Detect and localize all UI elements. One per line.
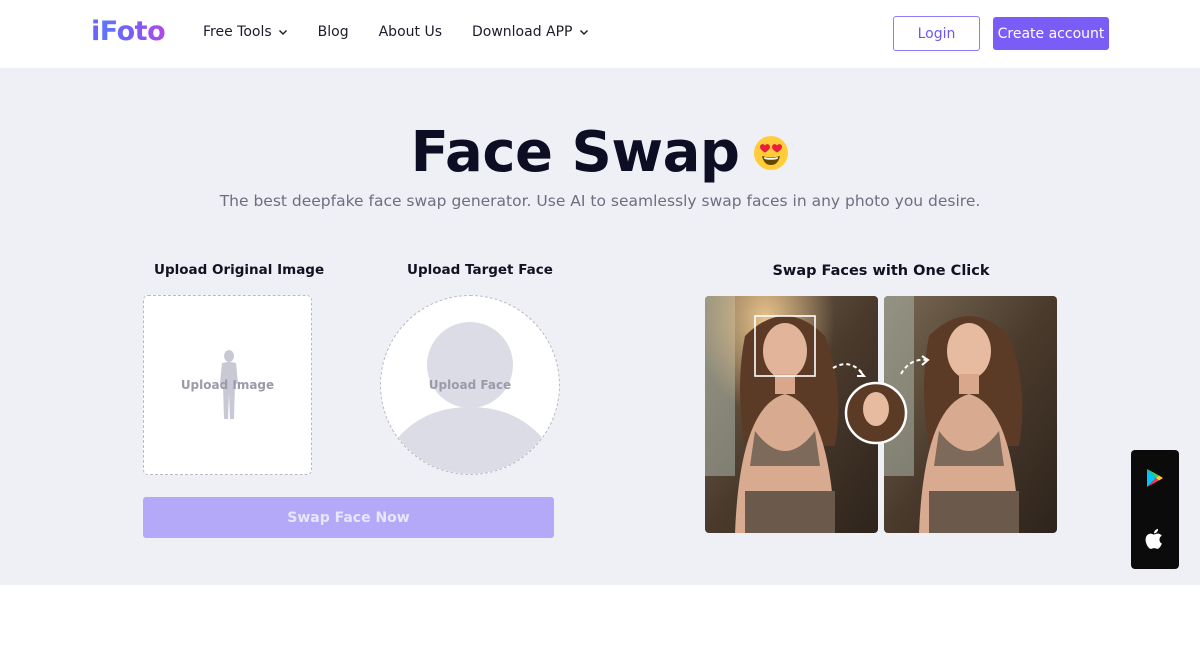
chevron-down-icon	[579, 30, 588, 35]
upload-original-dropzone[interactable]: Upload Image	[143, 295, 312, 475]
nav-about-us[interactable]: About Us	[379, 24, 442, 40]
hero-section: Face Swap The best deepfake face swap ge…	[0, 68, 1200, 585]
logo-foto: Foto	[99, 16, 166, 47]
upload-face-placeholder: Upload Face	[428, 378, 512, 392]
page-title: Face Swap	[410, 120, 740, 185]
upload-original-label: Upload Original Image	[154, 262, 325, 278]
heart-eyes-emoji-icon	[754, 135, 789, 170]
nav-download-app[interactable]: Download APP	[472, 24, 589, 40]
google-play-icon[interactable]	[1145, 468, 1165, 488]
demo-title: Swap Faces with One Click	[772, 263, 990, 279]
swap-arrows-icon	[832, 355, 930, 445]
chevron-down-icon	[278, 30, 287, 35]
apple-icon[interactable]	[1145, 528, 1165, 550]
upload-image-placeholder: Upload Image	[180, 378, 275, 392]
login-button[interactable]: Login	[893, 16, 980, 51]
nav-free-tools[interactable]: Free Tools	[203, 24, 288, 40]
logo-i: i	[91, 16, 100, 47]
nav-download-label: Download APP	[472, 24, 573, 40]
nav-links: Free Tools Blog About Us Download APP	[203, 24, 619, 40]
face-swap-demo-image	[705, 296, 1057, 533]
swap-face-now-button[interactable]: Swap Face Now	[143, 497, 554, 538]
app-download-sidebar	[1131, 450, 1179, 569]
nav-blog[interactable]: Blog	[318, 24, 349, 40]
top-navbar: iFoto Free Tools Blog About Us Download …	[0, 0, 1200, 68]
nav-blog-label: Blog	[317, 24, 349, 40]
nav-free-tools-label: Free Tools	[203, 24, 272, 40]
nav-about-label: About Us	[378, 24, 442, 40]
upload-target-face-dropzone[interactable]: Upload Face	[380, 295, 560, 475]
upload-target-label: Upload Target Face	[407, 262, 553, 278]
ifoto-logo[interactable]: iFoto	[91, 16, 166, 47]
title-row: Face Swap	[0, 120, 1200, 185]
page-subtitle: The best deepfake face swap generator. U…	[219, 192, 981, 210]
create-account-button[interactable]: Create account	[993, 17, 1109, 50]
